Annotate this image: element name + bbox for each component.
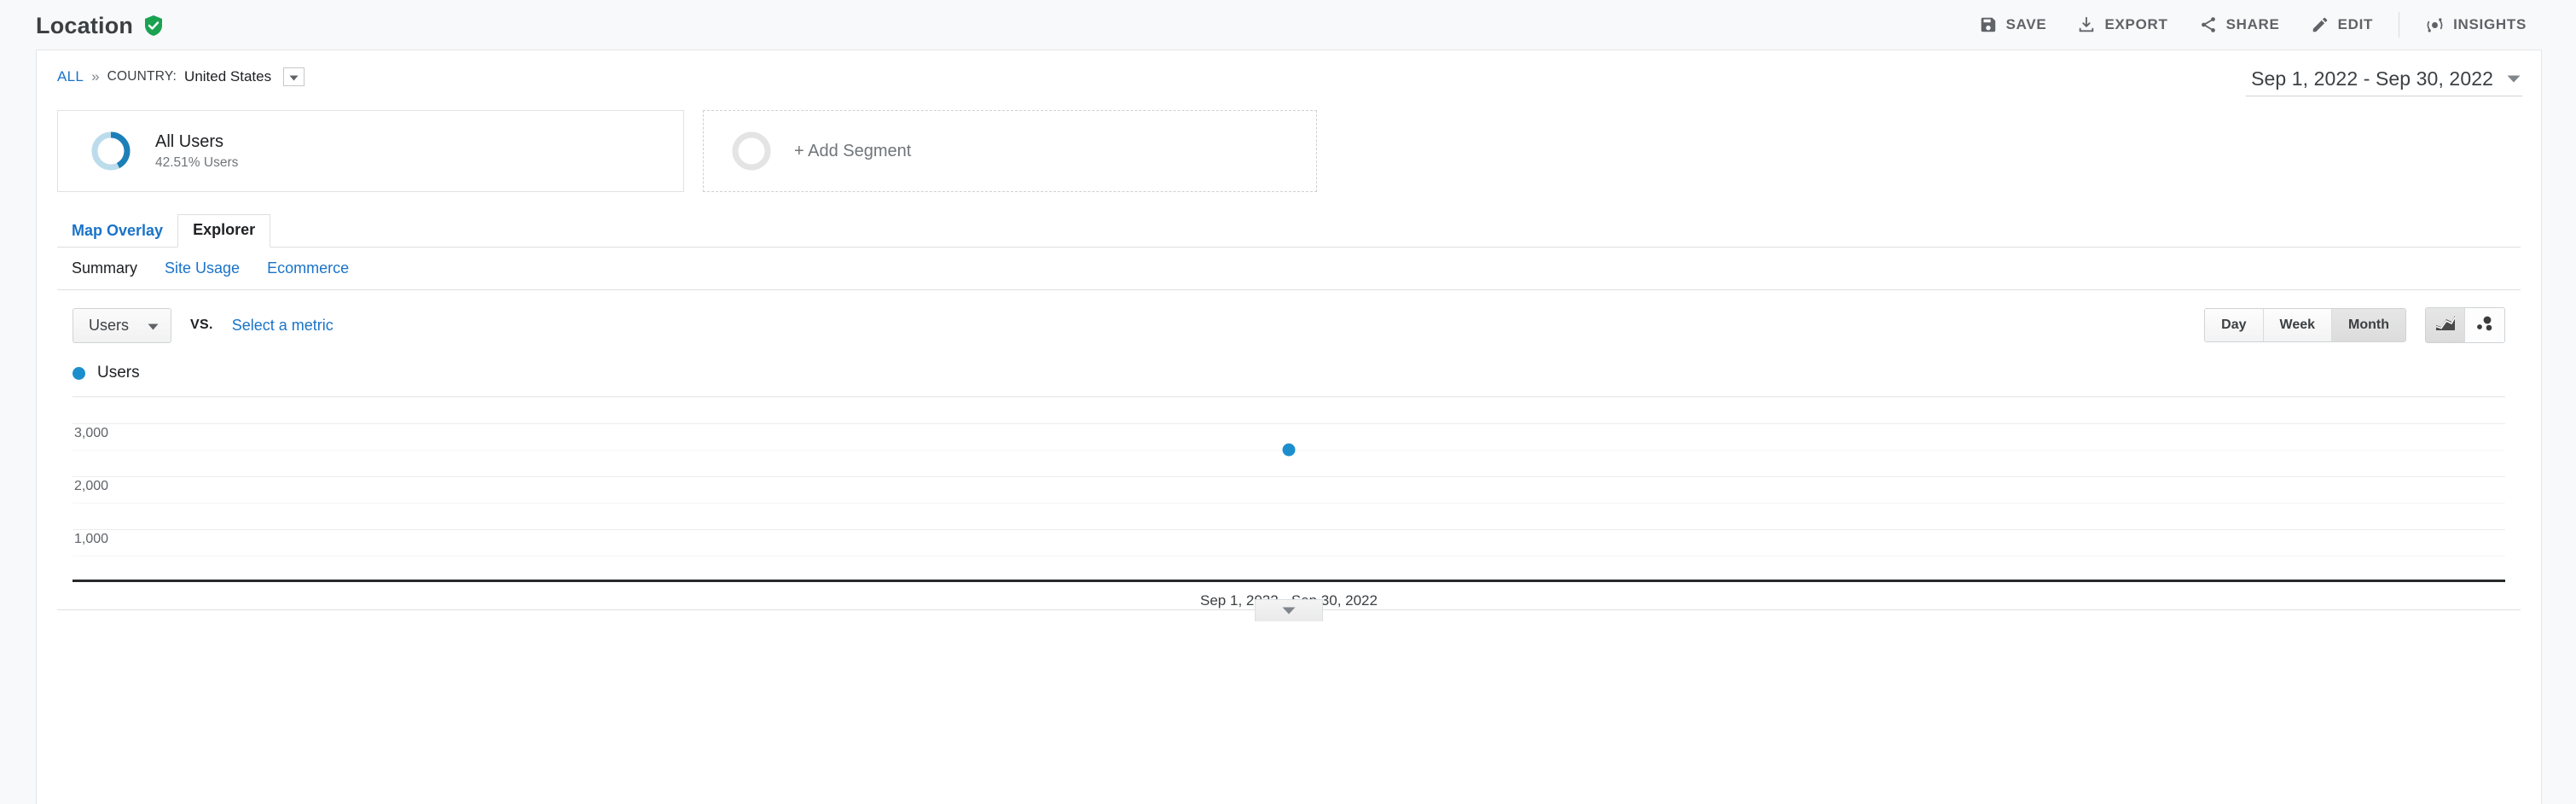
breadcrumb-separator: » <box>91 68 100 84</box>
export-icon <box>2077 15 2096 34</box>
share-icon <box>2199 15 2218 34</box>
chart-y-tick-label: 3,000 <box>74 426 109 440</box>
segment-text-group: All Users 42.51% Users <box>155 132 238 171</box>
add-segment-card[interactable]: + Add Segment <box>703 110 1317 192</box>
subtab-summary[interactable]: Summary <box>72 259 137 277</box>
line-chart-type-button[interactable] <box>2426 308 2465 342</box>
chart-gridline-major <box>73 529 2505 530</box>
header-actions: SAVE EXPORT SHARE EDIT INSIGHTS <box>1964 10 2542 40</box>
select-secondary-metric-link[interactable]: Select a metric <box>232 317 334 335</box>
chevron-down-icon <box>2507 72 2521 87</box>
save-icon <box>1979 15 1998 34</box>
chevron-down-icon <box>1282 603 1296 619</box>
granularity-button-group: Day Week Month <box>2204 308 2406 342</box>
breadcrumb-row: ALL » COUNTRY: United States Sep 1, 2022… <box>37 50 2541 96</box>
add-segment-label: + Add Segment <box>794 141 912 160</box>
legend-label: Users <box>97 364 140 382</box>
segment-bar: All Users 42.51% Users + Add Segment <box>37 96 2541 192</box>
report-subtabs: Summary Site Usage Ecommerce <box>57 248 2521 290</box>
tab-map-overlay[interactable]: Map Overlay <box>57 216 177 248</box>
share-button[interactable]: SHARE <box>2184 10 2295 39</box>
chevron-down-icon <box>289 68 299 85</box>
legend-color-swatch <box>73 366 85 380</box>
chevron-down-icon <box>148 317 159 335</box>
add-segment-ring-icon <box>729 129 774 173</box>
export-button[interactable]: EXPORT <box>2062 10 2183 39</box>
chart-gridline-major <box>73 423 2505 424</box>
chart-y-tick-label: 2,000 <box>74 479 109 493</box>
breadcrumb-all-link[interactable]: ALL <box>57 68 84 85</box>
edit-button[interactable]: EDIT <box>2295 10 2389 39</box>
date-range-selector[interactable]: Sep 1, 2022 - Sep 30, 2022 <box>2246 66 2522 96</box>
chart-legend: Users <box>73 352 2505 396</box>
edit-pencil-icon <box>2311 15 2329 34</box>
share-button-label: SHARE <box>2225 16 2280 32</box>
chart-y-tick-label: 1,000 <box>74 532 109 546</box>
metric-controls-row: Users VS. Select a metric Day Week Month <box>57 290 2521 352</box>
chart-baseline <box>73 580 2505 582</box>
breadcrumb: ALL » COUNTRY: United States <box>57 67 305 86</box>
insights-button[interactable]: INSIGHTS <box>2410 10 2542 40</box>
page-title-group: Location <box>36 11 164 39</box>
granularity-day-button[interactable]: Day <box>2205 309 2264 341</box>
chart-type-button-group <box>2425 307 2505 343</box>
chart-gridline-major <box>73 476 2505 477</box>
granularity-week-button[interactable]: Week <box>2263 309 2333 341</box>
chart-plot[interactable]: 1,000 2,000 3,000 <box>73 396 2505 582</box>
breadcrumb-dimension-key: COUNTRY: <box>107 69 177 84</box>
collapse-chart-handle[interactable] <box>1255 599 1323 621</box>
page-header: Location SAVE EXPORT SHARE EDIT INSIGHTS <box>0 0 2576 50</box>
chart-gridline-minor <box>73 503 2505 504</box>
page-title: Location <box>36 12 134 38</box>
metric-selectors: Users VS. Select a metric <box>73 307 334 343</box>
chart-data-point[interactable] <box>1282 443 1296 457</box>
insights-button-label: INSIGHTS <box>2453 16 2527 32</box>
subtab-ecommerce[interactable]: Ecommerce <box>267 259 349 277</box>
breadcrumb-dimension-value: United States <box>184 68 272 84</box>
segment-card-all-users[interactable]: All Users 42.51% Users <box>57 110 684 192</box>
subtab-site-usage[interactable]: Site Usage <box>165 259 240 277</box>
primary-metric-select[interactable]: Users <box>73 307 172 343</box>
insights-icon <box>2425 15 2445 35</box>
tab-explorer[interactable]: Explorer <box>177 214 271 248</box>
primary-metric-value: Users <box>89 316 130 334</box>
segment-name: All Users <box>155 131 224 151</box>
save-button-label: SAVE <box>2005 16 2047 32</box>
report-tabs: Map Overlay Explorer <box>57 214 2521 248</box>
motion-chart-type-button[interactable] <box>2465 308 2504 342</box>
verified-shield-icon <box>143 15 164 37</box>
motion-chart-icon <box>2474 315 2495 336</box>
segment-donut-icon <box>89 129 133 173</box>
segment-sublabel: 42.51% Users <box>155 154 239 170</box>
chart-view-controls: Day Week Month <box>2204 307 2505 343</box>
granularity-month-button[interactable]: Month <box>2332 309 2405 341</box>
chart-area: Users 1,0002,0003,000 Sep 1, 2022 - Sep … <box>57 352 2521 609</box>
date-range-value: Sep 1, 2022 - Sep 30, 2022 <box>2251 67 2493 90</box>
edit-button-label: EDIT <box>2337 16 2374 32</box>
export-button-label: EXPORT <box>2104 16 2168 32</box>
line-chart-icon <box>2435 315 2456 336</box>
breadcrumb-dropdown-button[interactable] <box>283 67 305 86</box>
vs-label: VS. <box>190 318 213 332</box>
chart-bottom-divider <box>57 599 2521 621</box>
save-button[interactable]: SAVE <box>1964 10 2063 39</box>
chart-gridline-minor <box>73 397 2505 398</box>
report-content-card: ALL » COUNTRY: United States Sep 1, 2022… <box>36 50 2542 804</box>
